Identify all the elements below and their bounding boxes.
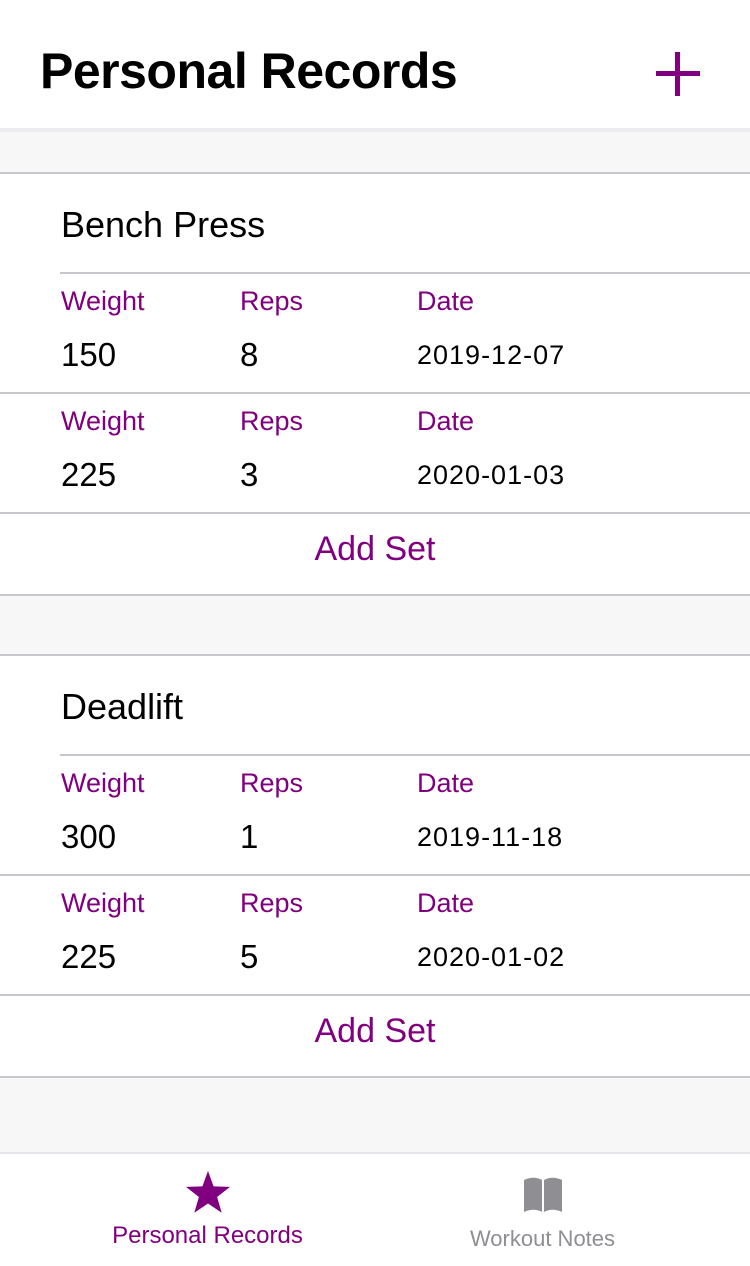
tab-label: Personal Records [112,1222,303,1249]
weight-label: Weight [61,406,145,436]
date-value: 2019-12-07 [417,340,566,370]
page-title: Personal Records [40,43,458,99]
weight-label: Weight [61,286,145,316]
weight-value: 225 [61,456,117,493]
plus-icon [656,52,700,96]
date-label: Date [417,888,475,918]
reps-value: 5 [240,938,259,975]
row-divider [0,392,750,394]
date-label: Date [417,768,475,798]
tab-label: Workout Notes [469,1226,616,1251]
add-set-button[interactable]: Add Set [0,1012,750,1051]
set-row[interactable]: Weight Reps Date 150 8 2019-12-07 [0,272,750,392]
exercise-section-deadlift: Deadlift Weight Reps Date 300 1 2019-11-… [0,654,750,1078]
date-value: 2020-01-02 [417,942,566,972]
weight-label: Weight [61,768,145,798]
weight-value: 150 [61,336,117,373]
row-divider [0,512,750,514]
tab-personal-records[interactable]: Personal Records [20,1154,395,1266]
date-value: 2019-11-18 [417,822,564,852]
add-set-row: Add Set [0,994,750,1074]
reps-value: 1 [240,818,259,855]
date-label: Date [417,286,475,316]
reps-label: Reps [240,406,304,436]
weight-value: 225 [61,938,117,975]
add-set-button[interactable]: Add Set [0,530,750,569]
reps-label: Reps [240,888,304,918]
weight-value: 300 [61,818,117,855]
row-divider [60,272,750,274]
weight-label: Weight [61,888,145,918]
exercise-name: Deadlift [61,686,184,727]
add-record-button[interactable] [652,48,704,100]
row-divider [0,994,750,996]
row-divider [60,754,750,756]
date-label: Date [417,406,475,436]
navigation-header: Personal Records [0,0,750,132]
tab-bar: Personal Records Workout Notes [0,1152,750,1266]
reps-value: 3 [240,456,259,493]
exercise-section-bench-press: Bench Press Weight Reps Date 150 8 2019-… [0,172,750,596]
star-icon [185,1170,231,1219]
row-divider [0,874,750,876]
add-set-row: Add Set [0,512,750,592]
date-value: 2020-01-03 [417,460,566,490]
set-row[interactable]: Weight Reps Date 300 1 2019-11-18 [0,754,750,874]
set-row[interactable]: Weight Reps Date 225 3 2020-01-03 [0,392,750,512]
reps-value: 8 [240,336,259,373]
tab-workout-notes[interactable]: Workout Notes [355,1154,730,1266]
reps-label: Reps [240,768,304,798]
set-row[interactable]: Weight Reps Date 225 5 2020-01-02 [0,874,750,994]
exercise-name: Bench Press [61,204,266,245]
reps-label: Reps [240,286,304,316]
book-icon [522,1170,564,1219]
